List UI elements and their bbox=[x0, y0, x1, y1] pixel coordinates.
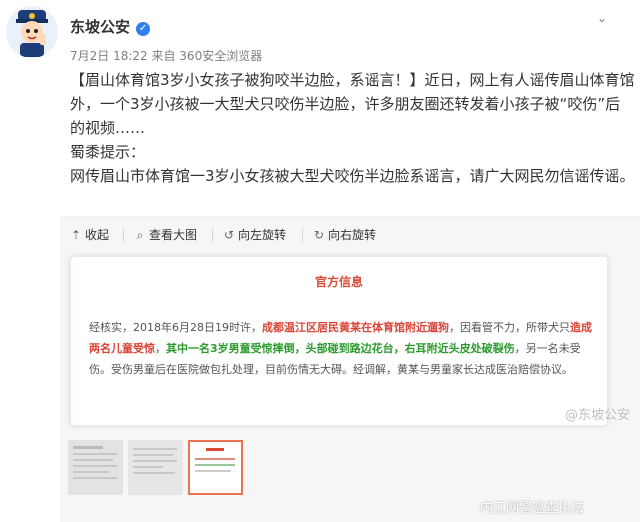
thumbnail-selected[interactable] bbox=[188, 440, 243, 495]
notice-body: 经核实，2018年6月28日19时许，成都温江区居民黄某在体育馆附近遛狗，因看管… bbox=[89, 317, 599, 380]
corner-watermark: 内江网警巡查执法 bbox=[480, 501, 585, 516]
thumbnail[interactable] bbox=[128, 440, 183, 495]
divider bbox=[302, 228, 303, 242]
notice-text: 经核实，2018年6月28日19时许， bbox=[89, 321, 262, 334]
notice-title: 官方信息 bbox=[314, 275, 363, 289]
author-name-text[interactable]: 东坡公安 bbox=[70, 18, 130, 36]
image-watermark: @东坡公安 bbox=[565, 408, 631, 423]
arrow-up-icon: ⇡ bbox=[70, 228, 82, 242]
zoom-icon: ⌕ bbox=[136, 228, 144, 242]
post-text-tip-label: 蜀黍提示： bbox=[70, 143, 146, 161]
notice-card: 官方信息 经核实，2018年6月28日19时许，成都温江区居民黄某在体育馆附近遛… bbox=[70, 256, 608, 426]
thumbnail[interactable] bbox=[68, 440, 123, 495]
collapse-label: 收起 bbox=[85, 228, 110, 242]
verified-icon: ✓ bbox=[136, 22, 151, 36]
collapse-button[interactable]: ⇡ 收起 bbox=[70, 227, 109, 243]
image-toolbar: ⇡ 收起 ⌕ 查看大图 ↺ 向左旋转 ↻ 向右旋转 bbox=[60, 216, 640, 252]
divider bbox=[212, 228, 213, 242]
avatar[interactable] bbox=[6, 6, 58, 58]
rotate-right-label: 向右旋转 bbox=[328, 228, 377, 242]
notice-highlight: 成都温江区居民黄某在体育馆附近遛狗 bbox=[262, 321, 449, 334]
rotate-left-label: 向左旋转 bbox=[238, 228, 287, 242]
chevron-down-icon[interactable]: ⌄ bbox=[594, 10, 610, 26]
post-text-tip: 网传眉山市体育馆一3岁小女孩被大型犬咬伤半边脸系谣言，请广大网民勿信谣传谣。 bbox=[70, 167, 635, 185]
rotate-right-icon: ↻ bbox=[313, 228, 325, 242]
rotate-left-button[interactable]: ↺ 向左旋转 bbox=[223, 227, 286, 243]
post-meta[interactable]: 7月2日 18:22 来自 360安全浏览器 bbox=[70, 47, 262, 64]
notice-text: ， bbox=[155, 342, 166, 355]
view-large-button[interactable]: ⌕ 查看大图 bbox=[134, 227, 197, 243]
notice-highlight-green: 其中一名3岁男童受惊摔倒，头部碰到路边花台，右耳附近头皮处破裂伤 bbox=[166, 342, 515, 355]
notice-text: ， bbox=[514, 342, 526, 355]
rotate-left-icon: ↺ bbox=[223, 228, 235, 242]
notice-text: ，因看管不力，所带犬只 bbox=[449, 321, 570, 334]
author-name[interactable]: 东坡公安 ✓ bbox=[70, 16, 151, 37]
divider bbox=[123, 228, 124, 242]
view-large-label: 查看大图 bbox=[149, 228, 198, 242]
rotate-right-button[interactable]: ↻ 向右旋转 bbox=[313, 227, 376, 243]
post-text-main: 【眉山体育馆3岁小女孩子被狗咬半边脸，系谣言！】近日，网上有人谣传眉山体育馆外，… bbox=[70, 71, 635, 137]
expanded-image[interactable]: 官方信息 经核实，2018年6月28日19时许，成都温江区居民黄某在体育馆附近遛… bbox=[60, 252, 640, 437]
post-content: 【眉山体育馆3岁小女孩子被狗咬半边脸，系谣言！】近日，网上有人谣传眉山体育馆外，… bbox=[70, 68, 635, 188]
